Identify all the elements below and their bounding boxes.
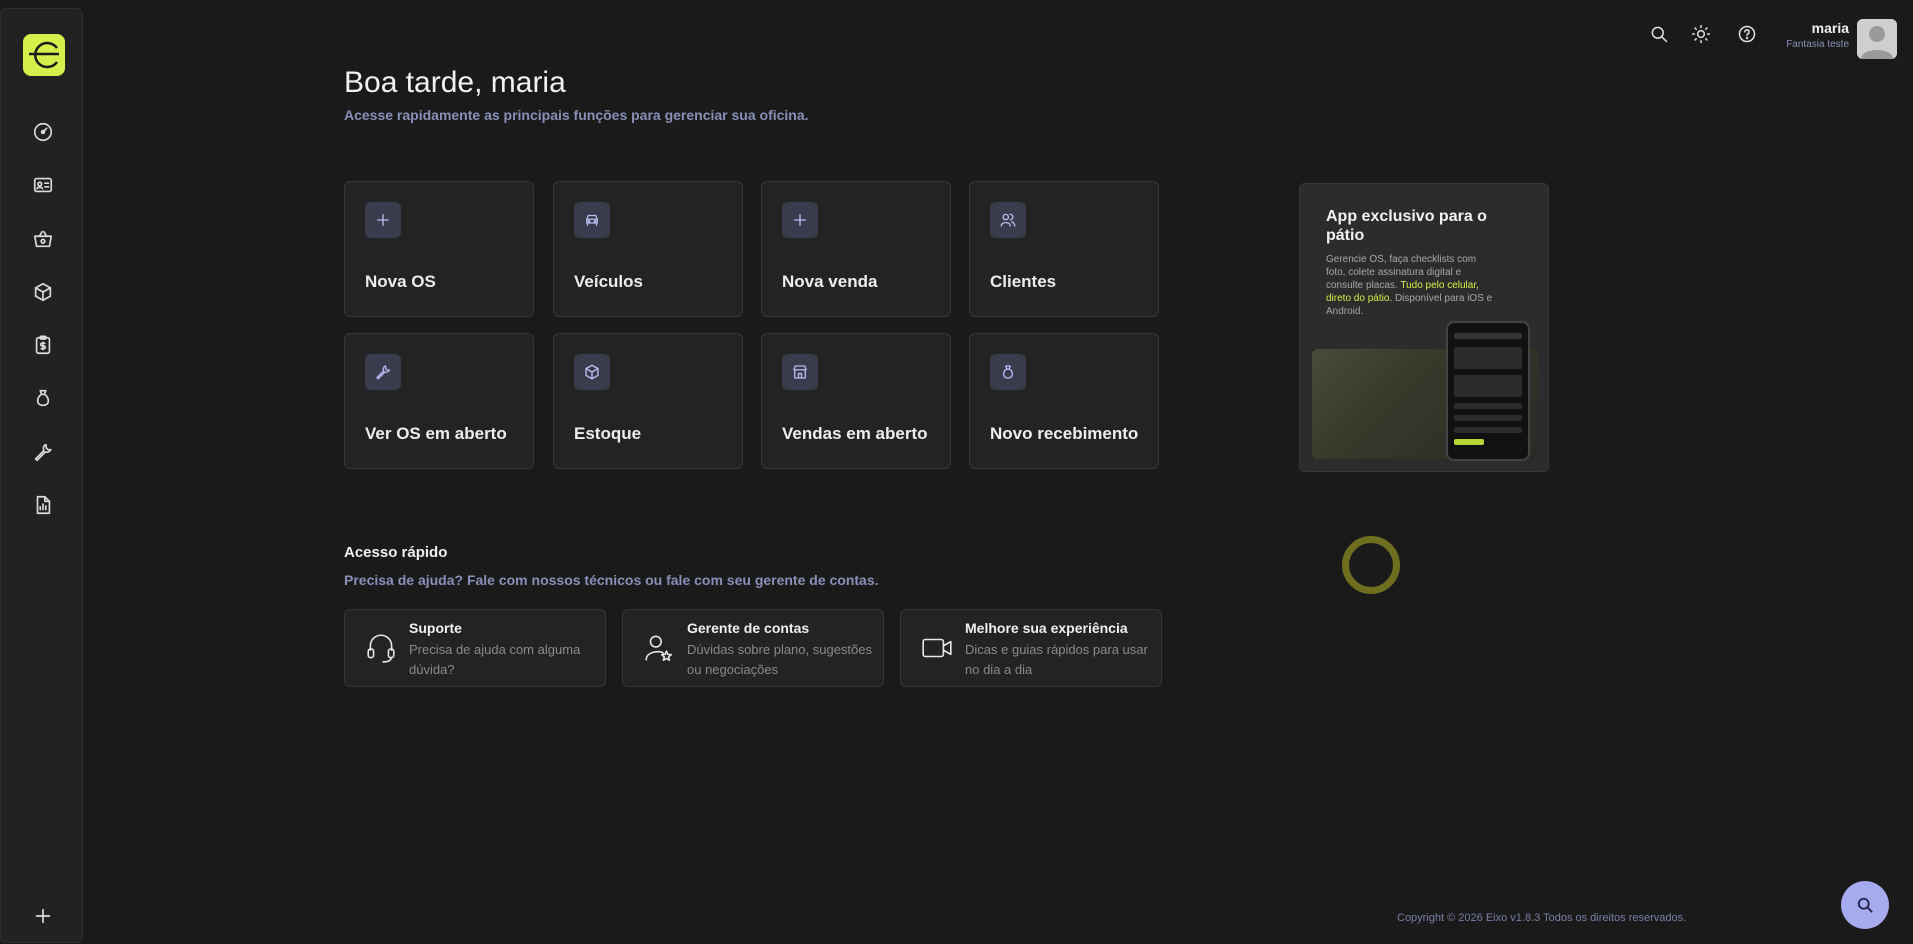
card-clientes[interactable]: Clientes bbox=[969, 181, 1159, 317]
search-icon bbox=[1857, 897, 1873, 913]
clipboard-dollar-icon[interactable] bbox=[30, 332, 56, 358]
card-label: Vendas em aberto bbox=[782, 424, 928, 443]
user-name[interactable]: maria bbox=[1812, 20, 1849, 36]
account-manager-title: Gerente de contas bbox=[687, 620, 810, 636]
shopping-basket-icon[interactable] bbox=[30, 226, 56, 252]
card-veiculos[interactable]: Veículos bbox=[553, 181, 743, 317]
app-promo-card[interactable]: App exclusivo para o pátio Gerencie OS, … bbox=[1299, 183, 1549, 472]
plus-icon bbox=[782, 202, 818, 238]
wrench-icon[interactable] bbox=[30, 439, 56, 465]
eixo-logo[interactable] bbox=[23, 34, 65, 76]
account-manager-description: Dúvidas sobre plano, sugestões ou negoci… bbox=[687, 642, 873, 677]
promo-title: App exclusivo para o pátio bbox=[1326, 208, 1487, 245]
card-label: Nova venda bbox=[782, 272, 878, 291]
page-subtitle: Acesse rapidamente as principais funções… bbox=[344, 107, 809, 123]
users-icon bbox=[990, 202, 1026, 238]
user-star-icon bbox=[641, 630, 677, 666]
dashboard-icon[interactable] bbox=[30, 119, 56, 145]
support-title: Suporte bbox=[409, 620, 462, 636]
page-title: Boa tarde, maria bbox=[344, 66, 566, 99]
card-ver-os-em-aberto[interactable]: Ver OS em aberto bbox=[344, 333, 534, 469]
experience-description: Dicas e guias rápidos para usar no dia a… bbox=[965, 642, 1148, 677]
avatar[interactable] bbox=[1857, 19, 1897, 59]
card-label: Estoque bbox=[574, 424, 642, 443]
plus-icon[interactable] bbox=[30, 903, 56, 929]
card-novo-recebimento[interactable]: Novo recebimento bbox=[969, 333, 1159, 469]
loading-spinner bbox=[1342, 536, 1400, 594]
car-icon bbox=[574, 202, 610, 238]
promo-text: Gerencie OS, faça checklists com foto, c… bbox=[1326, 253, 1496, 318]
headset-icon bbox=[363, 630, 399, 666]
card-label: Veículos bbox=[574, 272, 643, 291]
card-label: Ver OS em aberto bbox=[365, 424, 507, 443]
search-icon[interactable] bbox=[1647, 22, 1671, 46]
box-icon[interactable] bbox=[30, 279, 56, 305]
logo-mark bbox=[29, 41, 59, 69]
theme-toggle-sun-icon[interactable] bbox=[1689, 22, 1713, 46]
card-estoque[interactable]: Estoque bbox=[553, 333, 743, 469]
help-icon[interactable] bbox=[1735, 22, 1759, 46]
sidebar bbox=[0, 8, 83, 943]
store-icon bbox=[782, 354, 818, 390]
report-icon[interactable] bbox=[30, 492, 56, 518]
footer-copyright: Copyright © 2026 Eixo v1.8.3 Todos os di… bbox=[1397, 912, 1687, 924]
money-bag-icon bbox=[990, 354, 1026, 390]
video-icon bbox=[919, 630, 955, 666]
money-bag-icon[interactable] bbox=[30, 385, 56, 411]
card-nova-venda[interactable]: Nova venda bbox=[761, 181, 951, 317]
card-vendas-em-aberto[interactable]: Vendas em aberto bbox=[761, 333, 951, 469]
card-label: Novo recebimento bbox=[990, 424, 1139, 443]
box-icon bbox=[574, 354, 610, 390]
card-label: Clientes bbox=[990, 272, 1057, 291]
card-label: Nova OS bbox=[365, 272, 436, 291]
service-order-icon[interactable] bbox=[30, 172, 56, 198]
plus-icon bbox=[365, 202, 401, 238]
account-manager-card[interactable]: Gerente de contas Dúvidas sobre plano, s… bbox=[622, 609, 884, 687]
promo-phone-mockup bbox=[1446, 321, 1530, 461]
avatar-placeholder-icon bbox=[1857, 19, 1897, 59]
experience-title: Melhore sua experiência bbox=[965, 620, 1128, 636]
wrench-icon bbox=[365, 354, 401, 390]
support-description: Precisa de ajuda com alguma dúvida? bbox=[409, 642, 581, 677]
quick-access-title: Acesso rápido bbox=[344, 544, 448, 561]
support-card[interactable]: Suporte Precisa de ajuda com alguma dúvi… bbox=[344, 609, 606, 687]
floating-search-button[interactable] bbox=[1841, 881, 1889, 929]
user-company: Fantasia teste bbox=[1786, 39, 1849, 50]
card-nova-os[interactable]: Nova OS bbox=[344, 181, 534, 317]
quick-access-subtitle: Precisa de ajuda? Fale com nossos técnic… bbox=[344, 572, 879, 588]
experience-card[interactable]: Melhore sua experiência Dicas e guias rá… bbox=[900, 609, 1162, 687]
